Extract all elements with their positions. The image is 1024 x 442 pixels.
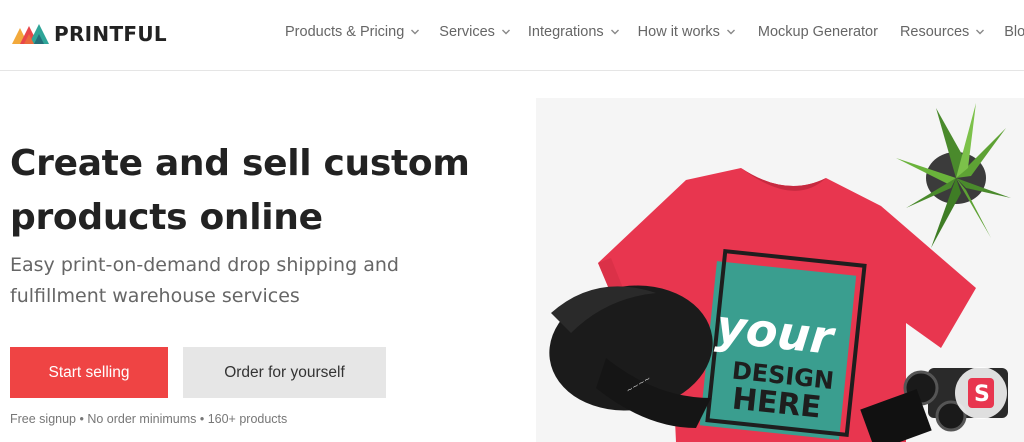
- nav-item-label: Integrations: [527, 24, 604, 40]
- main-nav: Products & Pricing Services Integrations…: [285, 24, 1024, 40]
- order-for-yourself-button[interactable]: Order for yourself: [183, 347, 386, 398]
- nav-item-label: Resources: [899, 24, 970, 40]
- chevron-down-icon: [411, 29, 420, 35]
- nav-item-label: Blo: [1004, 24, 1024, 40]
- nav-item-label: Products & Pricing: [285, 24, 405, 40]
- hero-fine-print: Free signup • No order minimums • 160+ p…: [10, 412, 288, 426]
- start-selling-button[interactable]: Start selling: [10, 347, 168, 398]
- chevron-down-icon: [976, 29, 985, 35]
- nav-item-blog[interactable]: Blo: [1004, 24, 1024, 40]
- nav-item-products-pricing[interactable]: Products & Pricing: [285, 24, 420, 40]
- brand-logo[interactable]: PRINTFUL: [12, 22, 167, 46]
- chevron-down-icon: [726, 29, 735, 35]
- product-flatlay-illustration: your DESIGN HERE ~~~~ S: [536, 98, 1024, 442]
- nav-item-label: Mockup Generator: [757, 24, 878, 40]
- watermark-s-letter: S: [974, 382, 990, 407]
- shirt-design-print: your DESIGN HERE: [699, 248, 867, 440]
- hero-subtitle: Easy print-on-demand drop shipping and f…: [10, 254, 399, 307]
- hero-title: Create and sell custom products online: [10, 143, 470, 238]
- site-header: PRINTFUL Products & Pricing Services Int…: [0, 0, 1024, 71]
- hero-product-image: your DESIGN HERE ~~~~ S: [536, 98, 1024, 442]
- printful-logo-icon: [12, 24, 49, 44]
- chevron-down-icon: [610, 29, 619, 35]
- nav-item-resources[interactable]: Resources: [900, 24, 985, 40]
- nav-item-how-it-works[interactable]: How it works: [638, 24, 736, 40]
- watermark-badge: S: [955, 367, 1007, 419]
- nav-item-label: How it works: [637, 24, 720, 40]
- chevron-down-icon: [501, 29, 510, 35]
- brand-name: PRINTFUL: [54, 22, 167, 46]
- nav-item-mockup-generator[interactable]: Mockup Generator: [758, 24, 878, 40]
- nav-item-label: Services: [439, 24, 495, 40]
- nav-item-services[interactable]: Services: [439, 24, 511, 40]
- nav-item-integrations[interactable]: Integrations: [528, 24, 620, 40]
